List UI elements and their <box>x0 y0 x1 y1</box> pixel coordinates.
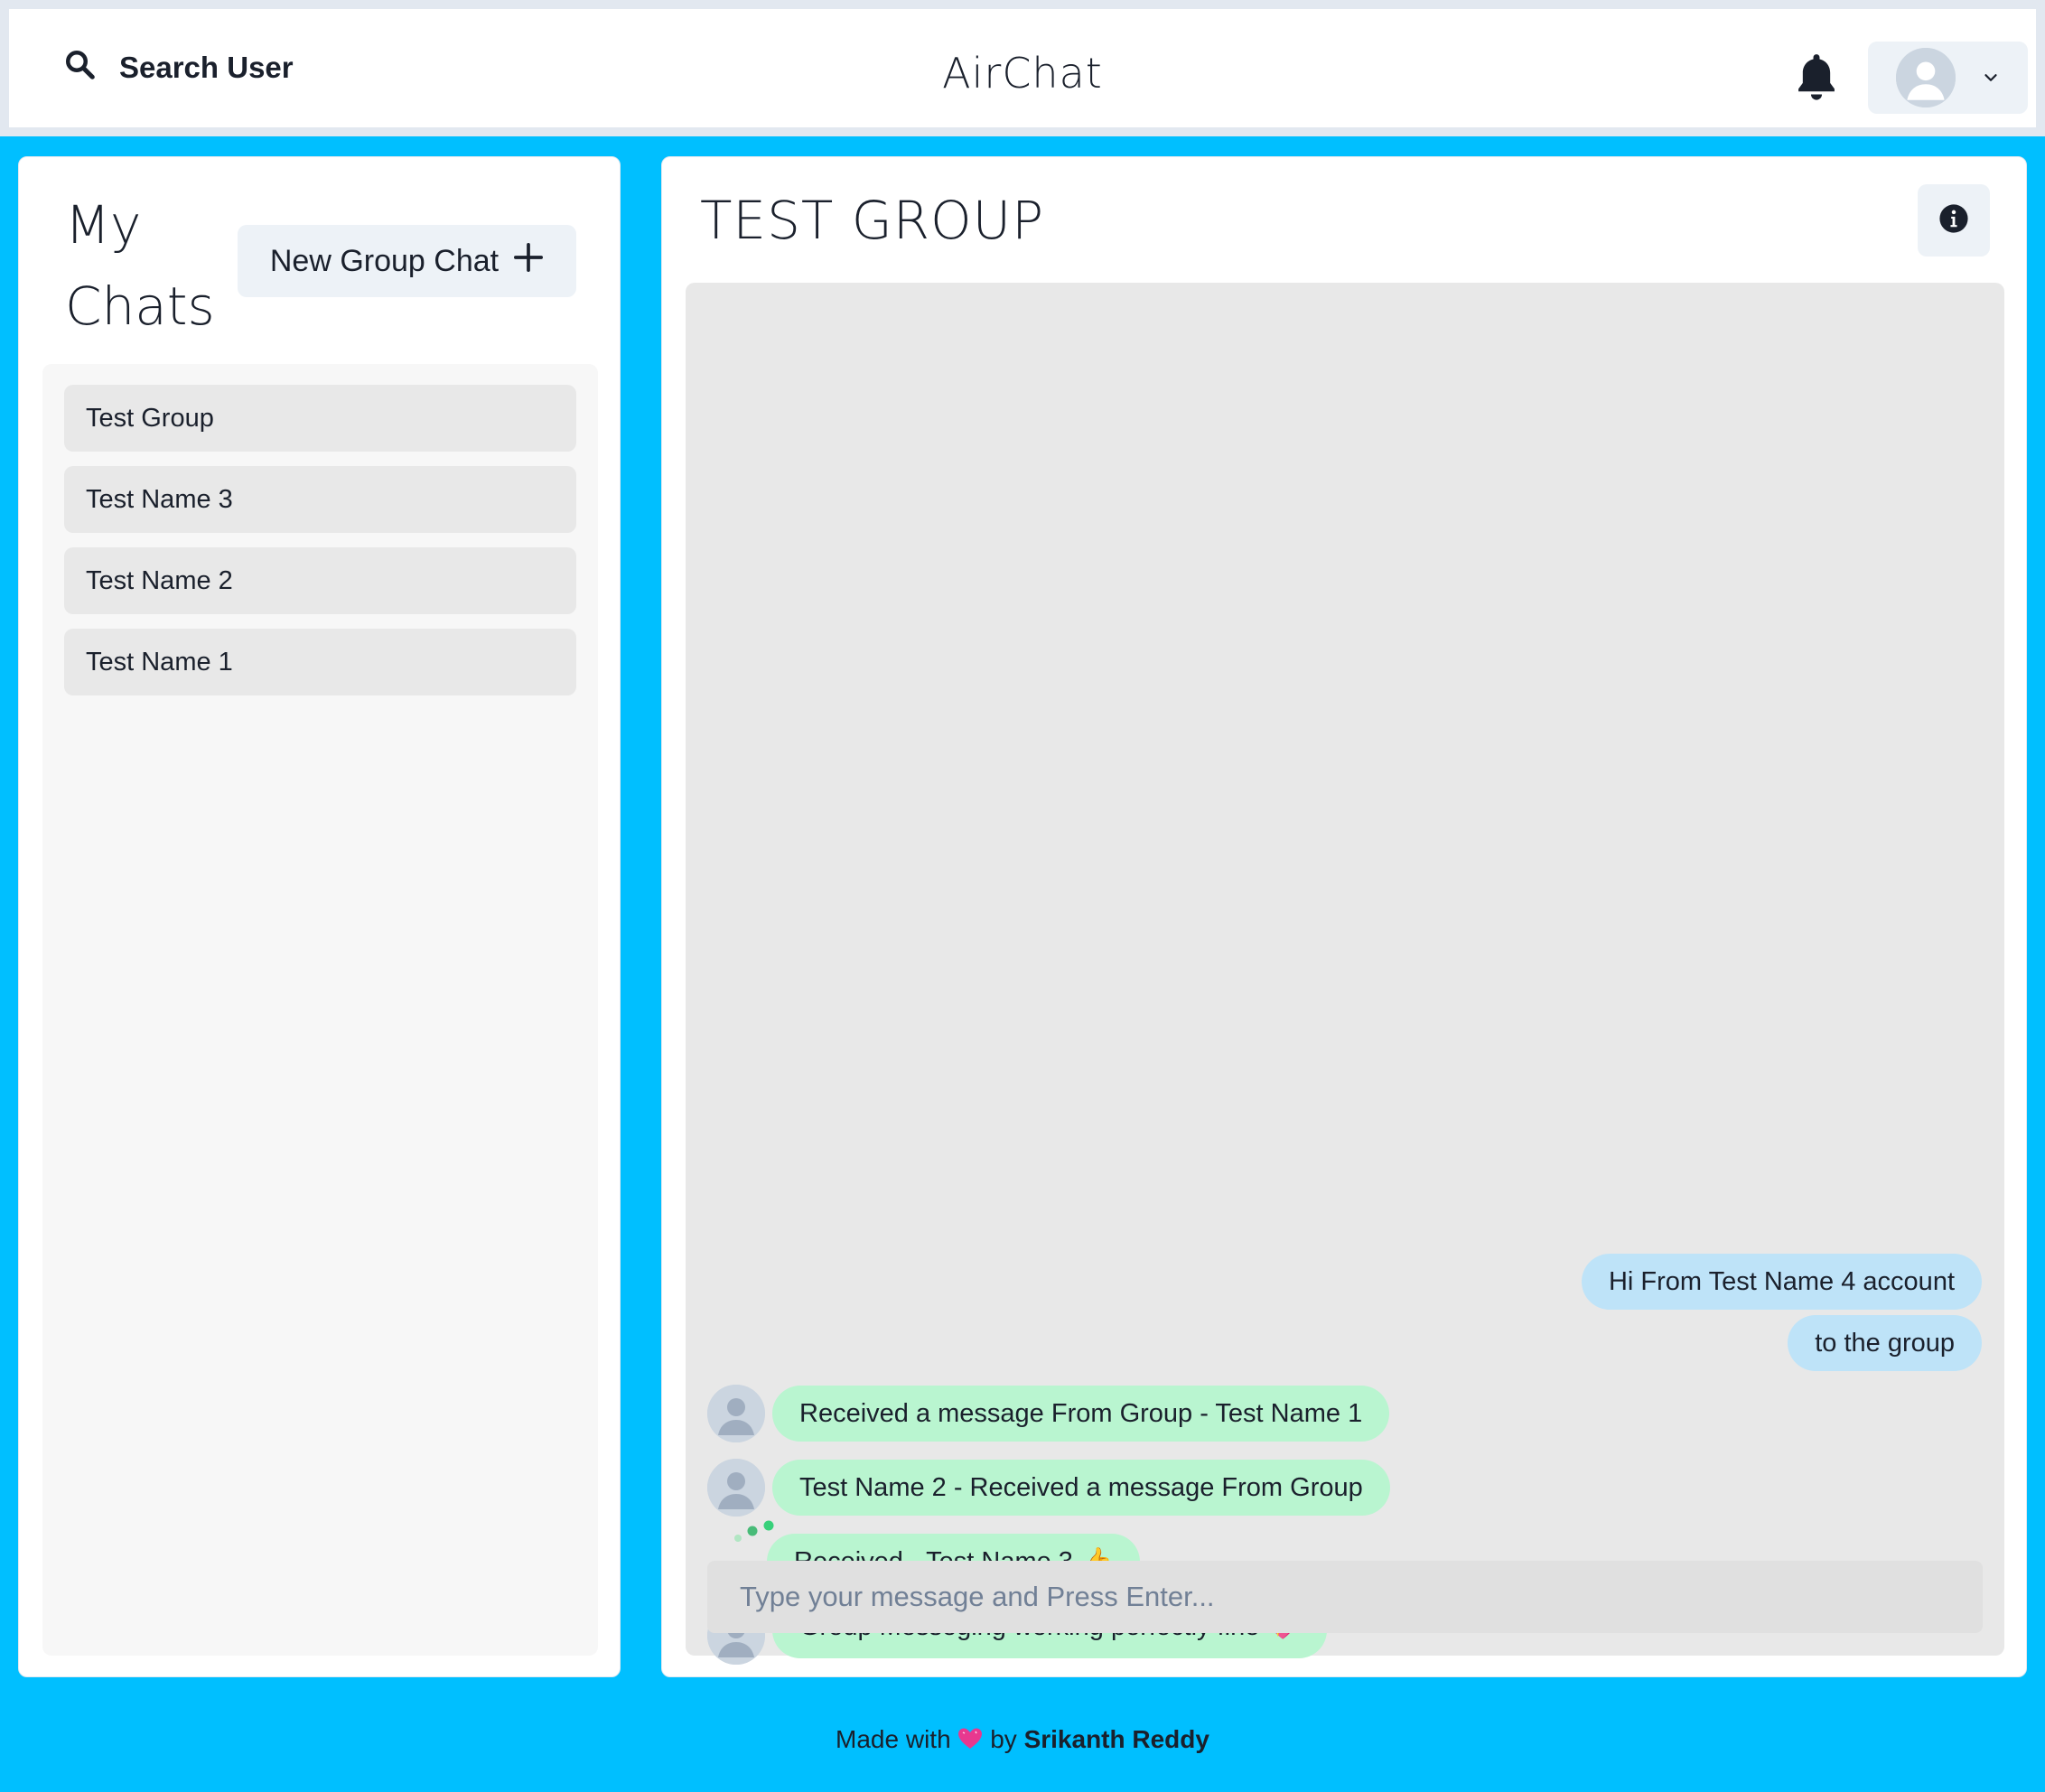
profile-menu-button[interactable] <box>1868 42 2028 114</box>
chat-item-test-name-1[interactable]: Test Name 1 <box>64 629 576 695</box>
message-input[interactable] <box>707 1561 1983 1633</box>
message-text: to the group <box>1815 1328 1955 1358</box>
chat-item-test-name-3[interactable]: Test Name 3 <box>64 466 576 533</box>
top-bar-frame: Search User AirChat <box>0 0 2045 136</box>
my-chats-panel: My Chats New Group Chat Test Group Test … <box>18 156 621 1677</box>
footer-prefix: Made with <box>836 1725 951 1753</box>
avatar <box>1896 48 1956 107</box>
message-text: Received a message From Group - Test Nam… <box>799 1398 1363 1428</box>
message-bubble-sent: Hi From Test Name 4 account <box>1581 1254 1982 1310</box>
my-chats-title: My Chats <box>65 194 215 337</box>
chat-list: Test Group Test Name 3 Test Name 2 Test … <box>42 364 598 1656</box>
bell-icon[interactable] <box>1793 51 1840 103</box>
heart-icon <box>957 1727 983 1750</box>
messages-area: Hi From Test Name 4 account to the group… <box>686 283 2004 1665</box>
top-bar: Search User AirChat <box>9 9 2036 127</box>
message-text: Test Name 2 - Received a message From Gr… <box>799 1472 1363 1502</box>
footer-author[interactable]: Srikanth Reddy <box>1024 1725 1209 1753</box>
message-text: Hi From Test Name 4 account <box>1608 1266 1955 1296</box>
message-bubble-received: Test Name 2 - Received a message From Gr… <box>772 1460 1390 1516</box>
info-icon <box>1938 203 1969 238</box>
new-group-chat-label: New Group Chat <box>269 243 500 278</box>
sender-avatar[interactable] <box>707 1385 765 1442</box>
app-title: AirChat <box>942 49 1103 98</box>
plus-icon <box>513 242 544 281</box>
chat-title: TEST GROUP <box>700 190 1045 251</box>
chat-item-label: Test Group <box>86 403 214 433</box>
new-group-chat-button[interactable]: New Group Chat <box>238 225 576 297</box>
footer-by: by <box>990 1725 1017 1753</box>
chat-panel: TEST GROUP Hi From Test Name 4 account t… <box>661 156 2027 1677</box>
chat-item-label: Test Name 1 <box>86 647 233 677</box>
message-bubble-received: Received a message From Group - Test Nam… <box>772 1386 1390 1442</box>
chat-item-test-group[interactable]: Test Group <box>64 385 576 452</box>
typing-indicator <box>731 1509 785 1545</box>
sender-avatar[interactable] <box>707 1459 765 1517</box>
footer: Made with by Srikanth Reddy <box>0 1725 2045 1754</box>
chevron-down-icon <box>1981 68 2001 88</box>
chat-item-label: Test Name 3 <box>86 484 233 514</box>
message-bubble-sent: to the group <box>1788 1315 1982 1371</box>
chat-item-label: Test Name 2 <box>86 565 233 595</box>
chat-item-test-name-2[interactable]: Test Name 2 <box>64 547 576 614</box>
group-info-button[interactable] <box>1918 184 1990 257</box>
